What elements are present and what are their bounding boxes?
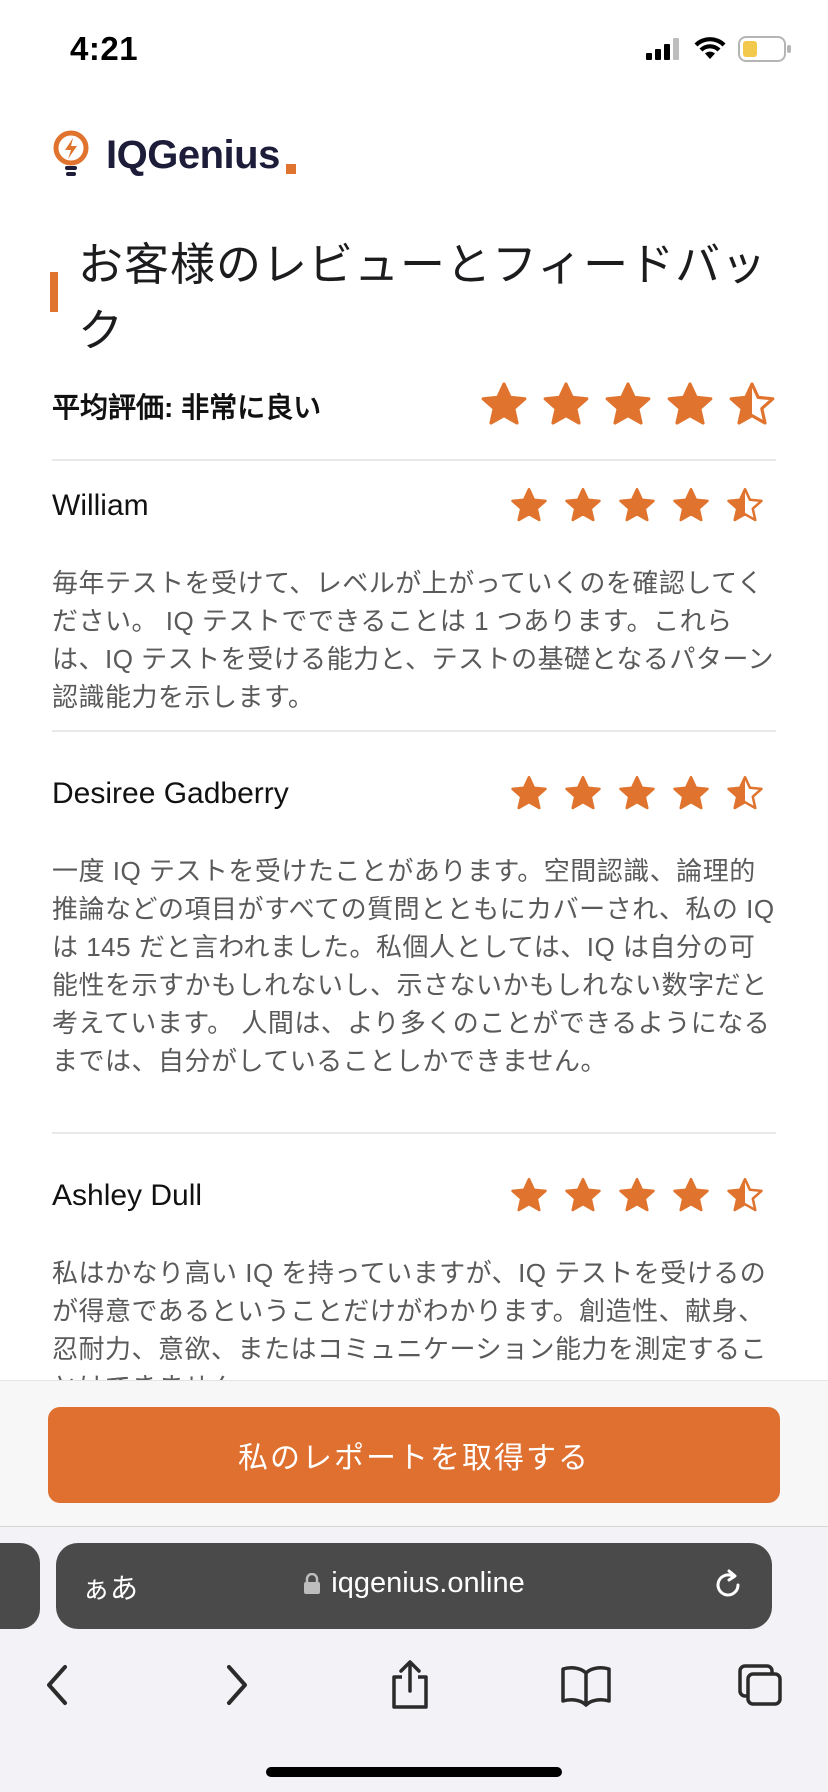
- star-full-icon: [511, 1177, 547, 1212]
- divider: [52, 730, 776, 732]
- star-full-icon: [565, 775, 601, 810]
- heading-accent-bar: [50, 272, 58, 312]
- star-half-icon: [727, 1177, 763, 1212]
- star-full-icon: [619, 775, 655, 810]
- review-text: 毎年テストを受けて、レベルが上がっていくのを確認してください。 IQ テストでで…: [52, 568, 775, 712]
- star-full-icon: [565, 487, 601, 522]
- status-time: 4:21: [70, 30, 139, 67]
- brand-dot: [285, 164, 296, 174]
- star-full-icon: [619, 1177, 655, 1212]
- divider: [52, 459, 776, 461]
- brand-name: IQGenius: [106, 132, 280, 177]
- star-half-icon: [729, 382, 775, 425]
- back-button[interactable]: [28, 1655, 88, 1715]
- review-card: Desiree Gadberry 一度 IQ テストを受けたことがあります。空間…: [52, 772, 776, 1080]
- share-button[interactable]: [380, 1655, 440, 1715]
- review-stars: [510, 1176, 764, 1214]
- book-icon: [561, 1666, 611, 1707]
- previous-tab-edge[interactable]: [0, 1543, 40, 1629]
- average-rating: 平均評価: 非常に良い: [52, 380, 776, 440]
- star-half-icon: [727, 487, 763, 522]
- star-full-icon: [543, 382, 589, 425]
- average-stars: [480, 380, 776, 428]
- review-stars: [510, 774, 764, 812]
- brand-logo[interactable]: IQGenius: [50, 130, 296, 180]
- reload-icon[interactable]: [710, 1567, 746, 1603]
- star-full-icon: [673, 487, 709, 522]
- address-bar[interactable]: ぁあ iqgenius.online: [56, 1543, 772, 1629]
- url-display[interactable]: iqgenius.online: [56, 1567, 772, 1600]
- star-full-icon: [565, 1177, 601, 1212]
- divider: [52, 1132, 776, 1134]
- star-full-icon: [605, 382, 651, 425]
- star-full-icon: [667, 382, 713, 425]
- bookmarks-button[interactable]: [556, 1655, 616, 1715]
- signal-icon: [646, 38, 679, 60]
- wifi-icon: [694, 37, 726, 59]
- average-rating-label: 平均評価: 非常に良い: [52, 392, 322, 423]
- home-indicator[interactable]: [266, 1767, 562, 1777]
- browser-toolbar: [0, 1655, 828, 1735]
- chevron-right-icon: [227, 1665, 247, 1705]
- review-stars: [510, 486, 764, 524]
- star-full-icon: [511, 775, 547, 810]
- review-card: William 毎年テストを受けて、レベルが上がっていくのを確認してください。 …: [52, 484, 776, 716]
- lightbulb-bolt-icon: [53, 130, 89, 176]
- share-icon: [392, 1660, 428, 1709]
- forward-button[interactable]: [206, 1655, 266, 1715]
- star-half-icon: [727, 775, 763, 810]
- star-full-icon: [511, 487, 547, 522]
- tabs-icon: [738, 1664, 782, 1706]
- get-report-button[interactable]: 私のレポートを取得する: [48, 1407, 780, 1503]
- status-icons: [646, 36, 792, 62]
- browser-chrome: ぁあ iqgenius.online: [0, 1526, 828, 1792]
- section-heading: お客様のレビューとフィードバック: [50, 232, 770, 364]
- star-full-icon: [619, 487, 655, 522]
- cta-bar: 私のレポートを取得する: [0, 1380, 828, 1526]
- page-title: お客様のレビューとフィードバック: [78, 239, 768, 356]
- review-card: Ashley Dull 私はかなり高い IQ を持っていますが、IQ テストを受…: [52, 1174, 776, 1406]
- review-text: 一度 IQ テストを受けたことがあります。空間認識、論理的推論などの項目がすべて…: [52, 856, 775, 1076]
- star-full-icon: [673, 775, 709, 810]
- chevron-left-icon: [47, 1665, 67, 1705]
- star-full-icon: [673, 1177, 709, 1212]
- lock-icon: [304, 1573, 321, 1595]
- url-text: iqgenius.online: [331, 1567, 525, 1599]
- tabs-button[interactable]: [730, 1655, 790, 1715]
- status-bar: 4:21: [0, 0, 828, 100]
- battery-icon: [738, 36, 791, 62]
- star-full-icon: [481, 382, 527, 425]
